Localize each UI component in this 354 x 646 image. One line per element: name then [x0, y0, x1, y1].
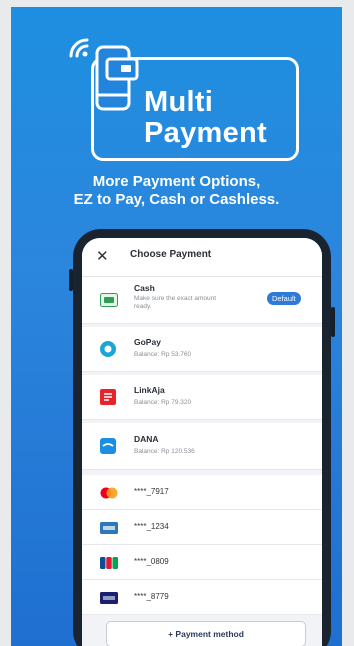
linkaja-icon [100, 389, 116, 405]
gopay-label: GoPay [134, 337, 161, 347]
cash-hint-line-1: Make sure the exact amount [134, 295, 217, 302]
title-line-2: Payment [144, 117, 267, 149]
payment-option-dana[interactable]: DANA Balance: Rp 120.536 [82, 423, 322, 470]
page-title: Multi Payment [144, 87, 267, 149]
add-payment-method-button[interactable]: + Payment method [106, 621, 306, 646]
tagline: More Payment Options, EZ to Pay, Cash or… [11, 173, 342, 209]
header-title: Choose Payment [130, 249, 212, 260]
mastercard-icon [100, 487, 118, 499]
amex-icon [100, 522, 118, 534]
dana-icon [100, 438, 116, 454]
cash-hint-line-2: ready. [134, 303, 152, 310]
card-number: ****_7917 [134, 487, 169, 496]
visa-icon [100, 592, 118, 604]
payment-option-linkaja[interactable]: LinkAja Balance: Rp 79.320 [82, 375, 322, 420]
phone-screen: ✕ Choose Payment Cash Make sure the exac… [82, 238, 322, 646]
payment-option-gopay[interactable]: GoPay Balance: Rp 53.760 [82, 327, 322, 372]
payment-option-card-8779[interactable]: ****_8779 [82, 580, 322, 615]
mobile-payment-icon [95, 45, 139, 111]
payment-option-card-0809[interactable]: ****_0809 [82, 545, 322, 580]
linkaja-balance: Balance: Rp 79.320 [134, 399, 192, 406]
dana-label: DANA [134, 434, 159, 444]
cash-icon [100, 293, 118, 307]
screen-header: ✕ Choose Payment [82, 238, 322, 277]
volume-button [69, 269, 73, 291]
payment-option-cash[interactable]: Cash Make sure the exact amount ready. D… [82, 277, 322, 324]
hero-section: Multi Payment More Payment Options, EZ t… [11, 7, 342, 227]
linkaja-label: LinkAja [134, 385, 165, 395]
payment-option-card-7917[interactable]: ****_7917 [82, 475, 322, 510]
dana-balance: Balance: Rp 120.536 [134, 448, 195, 455]
tagline-line-1: More Payment Options, [92, 173, 261, 190]
promo-banner: Multi Payment More Payment Options, EZ t… [11, 7, 342, 646]
close-icon[interactable]: ✕ [96, 247, 109, 265]
card-number: ****_0809 [134, 557, 169, 566]
payment-option-card-1234[interactable]: ****_1234 [82, 510, 322, 545]
power-button [331, 307, 335, 337]
cash-label: Cash [134, 283, 155, 293]
tagline-line-2: EZ to Pay, Cash or Cashless. [73, 191, 280, 208]
card-number: ****_8779 [134, 592, 169, 601]
default-badge: Default [267, 292, 301, 305]
title-line-1: Multi [144, 86, 214, 118]
gopay-balance: Balance: Rp 53.760 [134, 351, 192, 358]
jcb-icon [100, 557, 118, 569]
card-number: ****_1234 [134, 522, 169, 531]
gopay-icon [100, 341, 116, 357]
